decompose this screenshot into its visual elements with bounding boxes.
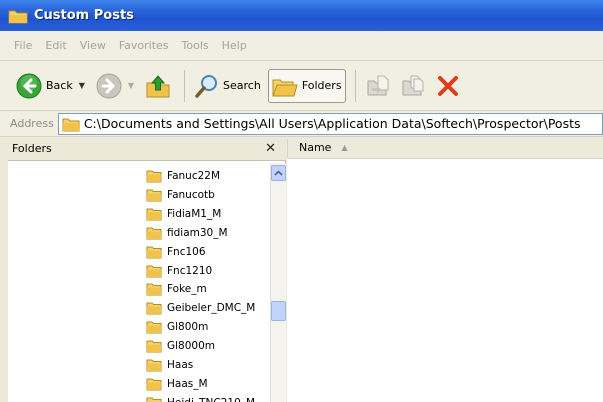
back-label: Back [46, 79, 73, 92]
sort-ascending-icon: ▲ [341, 143, 348, 152]
tree-item[interactable]: fidiam30_M [146, 224, 228, 242]
up-folder-icon [146, 74, 170, 97]
tree-item-label: Gl800m [167, 321, 209, 334]
folders-pane-title: Folders [12, 142, 52, 155]
menu-favorites[interactable]: Favorites [119, 39, 169, 52]
tree-item-label: Fnc1210 [167, 264, 213, 277]
address-label: Address [10, 117, 54, 130]
close-icon[interactable]: ✕ [265, 141, 276, 156]
up-button[interactable] [141, 69, 175, 103]
files-list-header: Name ▲ [287, 137, 603, 159]
folder-icon [146, 339, 162, 353]
tree-item-label: Fanuc22M [167, 170, 221, 182]
tree-item[interactable]: Fanucotb [146, 186, 215, 204]
back-button[interactable]: Back ▼ [12, 69, 89, 103]
folders-label: Folders [301, 79, 342, 92]
folder-icon [146, 264, 162, 278]
copy-to-button[interactable] [397, 69, 429, 103]
search-icon [195, 74, 218, 98]
folder-icon [146, 207, 162, 221]
menu-view[interactable]: View [80, 39, 106, 52]
forward-dropdown-icon[interactable]: ▼ [128, 81, 134, 90]
folder-icon [146, 188, 162, 202]
tree-item[interactable]: Haas [146, 356, 193, 374]
folders-icon [272, 79, 298, 96]
tree-item-label: Foke_m [167, 283, 207, 296]
tree-item[interactable]: Foke_m [146, 280, 207, 298]
back-arrow-icon [16, 73, 42, 98]
folder-icon [146, 245, 162, 259]
tree-item[interactable]: Geibeler_DMC_M [146, 299, 255, 317]
folder-icon [62, 118, 80, 131]
toolbar-separator [354, 69, 356, 102]
tree-item[interactable]: Haas_M [146, 375, 208, 393]
tree-item-label: Heidi_TNC210_M [167, 397, 255, 402]
folder-icon [146, 358, 162, 372]
delete-icon [437, 75, 458, 96]
explorer-window: Custom Posts File Edit View Favorites To… [0, 0, 603, 402]
address-bar: Address C:\Documents and Settings\All Us… [0, 111, 603, 137]
folders-button[interactable]: Folders [267, 68, 346, 103]
search-button[interactable]: Search [191, 69, 265, 103]
chevron-up-icon [274, 170, 283, 176]
folder-icon [146, 169, 162, 183]
folder-icon [146, 396, 162, 402]
tree-item[interactable]: Fnc1210 [146, 262, 212, 280]
menu-file[interactable]: File [14, 39, 32, 52]
scroll-up-button[interactable] [271, 165, 286, 181]
folders-pane: Folders ✕ Fanuc22M Fanucotb FidiaM1_Mfidia… [8, 137, 286, 402]
tree-item-label: Gl8000m [167, 340, 216, 353]
search-label: Search [223, 79, 261, 92]
menu-help[interactable]: Help [222, 39, 247, 52]
tree-item-label: fidiam30_M [167, 226, 228, 239]
forward-button[interactable]: ▼ [92, 69, 138, 103]
tree-item-label: Haas [167, 359, 194, 371]
folder-icon [146, 282, 162, 296]
menu-edit[interactable]: Edit [45, 39, 66, 52]
address-value: C:\Documents and Settings\All Users\Appl… [83, 116, 581, 131]
copy-to-icon [402, 75, 424, 95]
folder-tree: Fanuc22M Fanucotb FidiaM1_M fidiam30_M Fnc10… [8, 163, 270, 402]
back-dropdown-icon[interactable]: ▼ [79, 81, 85, 90]
menu-bar: File Edit View Favorites Tools Help [0, 31, 603, 61]
tree-item[interactable]: Fnc106 [146, 243, 206, 261]
window-title: Custom Posts [34, 8, 134, 23]
title-bar[interactable]: Custom Posts [0, 0, 603, 31]
folder-app-icon [8, 10, 28, 24]
files-pane: Name ▲ [287, 137, 603, 402]
tree-item[interactable]: Gl800m [146, 318, 208, 336]
forward-arrow-icon [96, 73, 122, 98]
folder-icon [146, 320, 162, 334]
tree-item-label: Fnc106 [167, 245, 206, 258]
menu-tools[interactable]: Tools [182, 39, 209, 52]
column-divider[interactable] [287, 139, 288, 157]
folder-icon [146, 301, 162, 315]
folders-pane-header: Folders ✕ [8, 137, 286, 161]
tree-item[interactable]: Heidi_TNC210_M [146, 394, 255, 402]
tree-item-label: Haas_M [167, 377, 208, 390]
tree-item[interactable]: FidiaM1_M [146, 205, 221, 223]
scroll-thumb[interactable] [271, 301, 286, 321]
move-to-button[interactable] [362, 69, 394, 103]
tree-item[interactable]: Fanuc22M [146, 167, 220, 185]
folder-icon [146, 377, 162, 391]
move-to-icon [367, 75, 389, 95]
address-input[interactable]: C:\Documents and Settings\All Users\Appl… [57, 112, 603, 135]
delete-button[interactable] [432, 69, 464, 103]
tree-item-label: FidiaM1_M [167, 207, 222, 220]
vertical-scrollbar[interactable] [270, 163, 286, 402]
toolbar: Back ▼ ▼ Search Folders [0, 61, 603, 111]
tree-item-label: Geibeler_DMC_M [167, 302, 256, 315]
tree-item[interactable]: Gl8000m [146, 337, 215, 355]
column-header-name[interactable]: Name [299, 141, 331, 154]
tree-item-label: Fanucotb [167, 188, 215, 201]
folder-icon [146, 226, 162, 240]
toolbar-separator [184, 69, 186, 102]
